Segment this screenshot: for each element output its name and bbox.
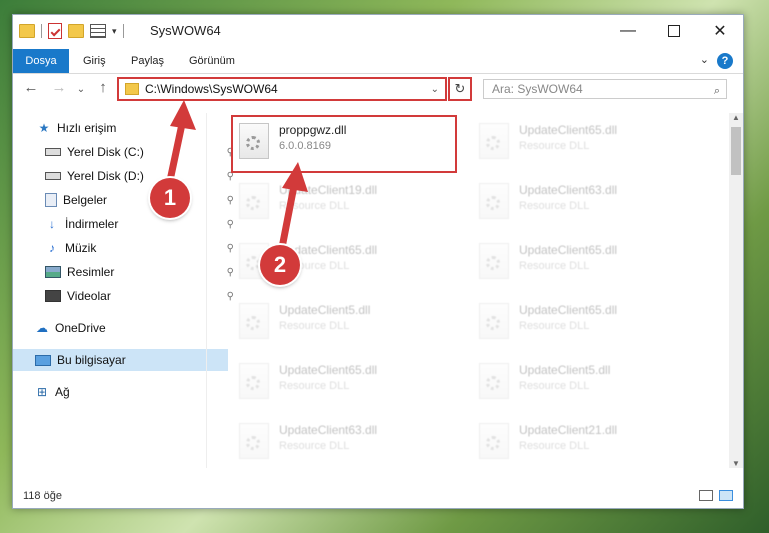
arrow-step-2 [276, 162, 308, 262]
step-1-badge: 1 [150, 178, 190, 218]
arrow-step-1 [164, 100, 196, 194]
annotation-arrows [164, 100, 308, 262]
step-2-badge: 2 [260, 245, 300, 285]
